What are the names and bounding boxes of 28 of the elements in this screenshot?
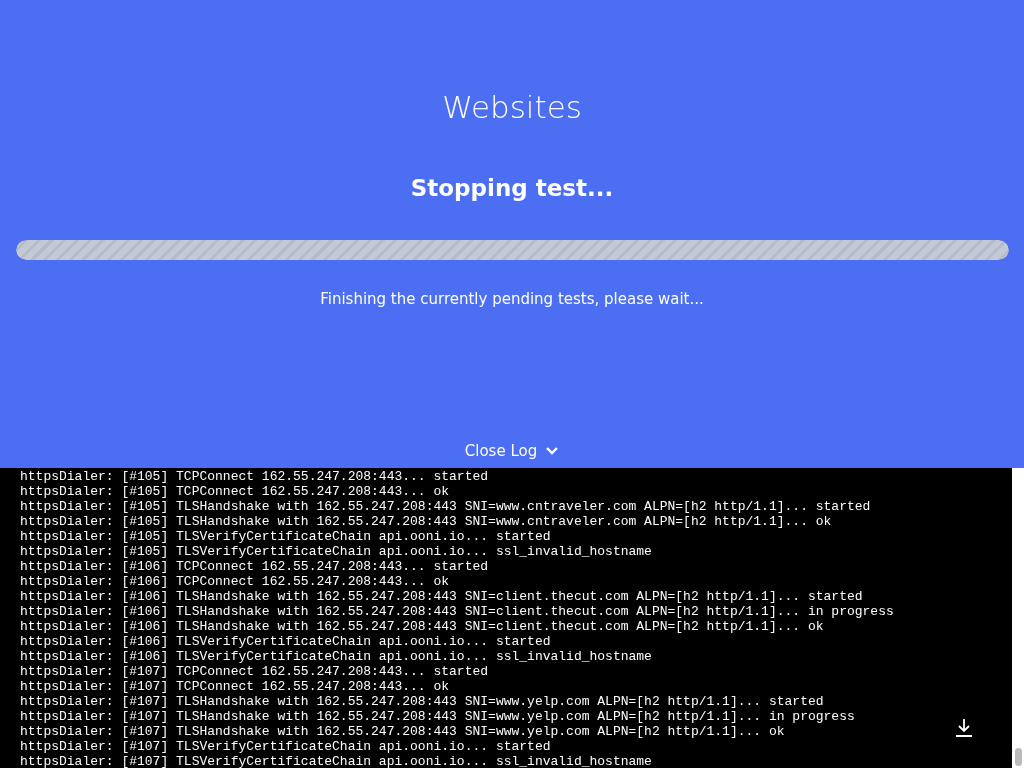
log-line: httpsDialer: [#105] TCPConnect 162.55.247.208:443... ok [20,484,450,499]
log-line: httpsDialer: [#107] TCPConnect 162.55.247.208:443... ok [20,679,450,694]
log-line: httpsDialer: [#107] TLSHandshake with 162.55.247.208:443 SNI=www.yelp.com ALPN=[h2 http/1.1]... ok [20,724,785,739]
scrollbar-thumb[interactable] [1015,748,1022,766]
status-heading: Stopping test... [410,174,614,203]
log-line: httpsDialer: [#107] TLSHandshake with 162.55.247.208:443 SNI=www.yelp.com ALPN=[h2 http/1.1]... started [20,694,824,709]
log-line: httpsDialer: [#107] TLSVerifyCertificateChain api.ooni.io... started [20,739,551,754]
log-line: httpsDialer: [#107] TCPConnect 162.55.247.208:443... started [20,664,489,679]
log-line: httpsDialer: [#106] TCPConnect 162.55.247.208:443... started [20,559,489,574]
log-line: httpsDialer: [#106] TLSVerifyCertificateChain api.ooni.io... started [20,634,551,649]
log-line: httpsDialer: [#105] TLSVerifyCertificateChain api.ooni.io... ssl_invalid_hostname [20,544,652,559]
log-line: httpsDialer: [#106] TLSVerifyCertificateChain api.ooni.io... ssl_invalid_hostname [20,649,652,664]
log-line: httpsDialer: [#106] TLSHandshake with 162.55.247.208:443 SNI=client.thecut.com ALPN=[h2 http/1.1]... started [20,589,863,604]
log-line: httpsDialer: [#105] TLSHandshake with 162.55.247.208:443 SNI=www.cntraveler.com ALPN=[h2 http/1.1]... started [20,499,871,514]
close-log-button[interactable]: Close Log [464,442,560,460]
download-icon[interactable] [955,718,973,738]
chevron-down-icon [545,446,560,456]
log-line: httpsDialer: [#107] TLSHandshake with 162.55.247.208:443 SNI=www.yelp.com ALPN=[h2 http/1.1]... in progress [20,709,855,724]
log-line: httpsDialer: [#105] TLSVerifyCertificateChain api.ooni.io... started [20,529,551,544]
log-line: httpsDialer: [#105] TLSHandshake with 162.55.247.208:443 SNI=www.cntraveler.com ALPN=[h2 http/1.1]... ok [20,514,832,529]
test-title: Websites [442,88,582,127]
status-message: Finishing the currently pending tests, please wait... [320,290,704,308]
log-line: httpsDialer: [#106] TLSHandshake with 162.55.247.208:443 SNI=client.thecut.com ALPN=[h2 http/1.1]... ok [20,619,824,634]
log-line: httpsDialer: [#105] TCPConnect 162.55.247.208:443... started [20,469,489,484]
log-line: httpsDialer: [#107] TLSVerifyCertificateChain api.ooni.io... ssl_invalid_hostname [20,754,652,768]
scrollbar[interactable] [1012,468,1024,768]
log-line: httpsDialer: [#106] TCPConnect 162.55.247.208:443... ok [20,574,450,589]
log-line: httpsDialer: [#106] TLSHandshake with 162.55.247.208:443 SNI=client.thecut.com ALPN=[h2 http/1.1]... in progress [20,604,894,619]
